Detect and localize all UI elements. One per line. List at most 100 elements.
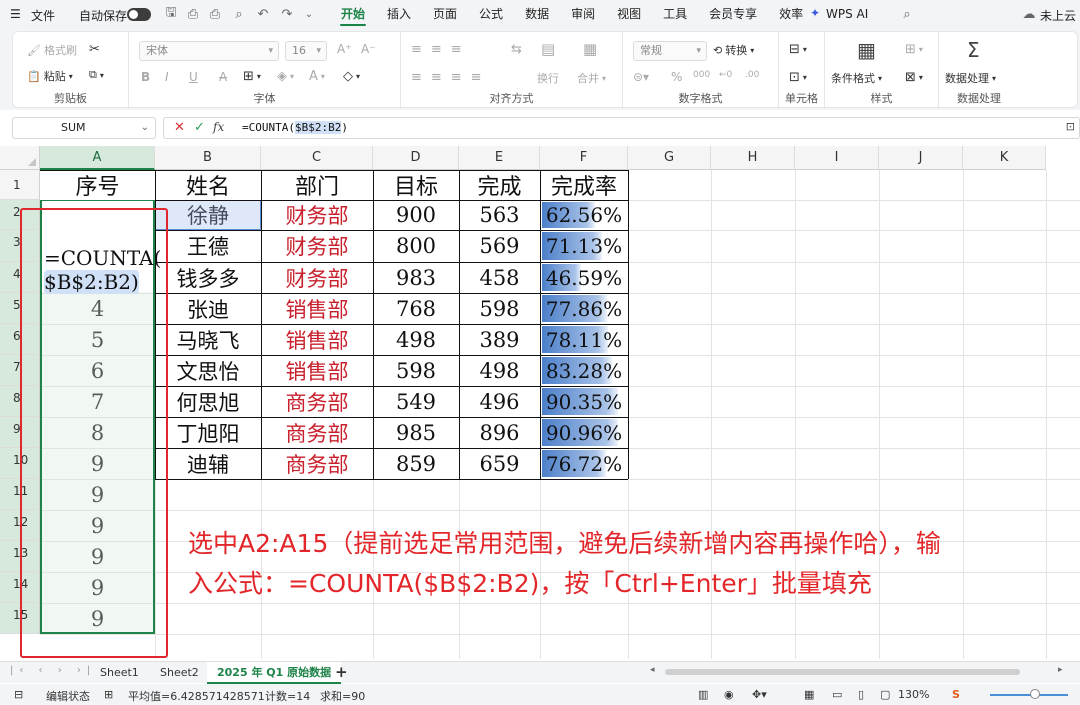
- insert-function-icon[interactable]: fx: [213, 120, 224, 134]
- tab-6[interactable]: 视图: [606, 0, 652, 28]
- rate-cell[interactable]: 46.59%: [540, 262, 628, 293]
- done-cell[interactable]: 659: [459, 448, 540, 479]
- row-col-icon[interactable]: ⊟ ▾: [789, 42, 807, 57]
- table-style-icon[interactable]: ⊞ ▾: [905, 42, 923, 57]
- done-cell[interactable]: 563: [459, 200, 540, 230]
- fill-icon[interactable]: ⊡ ▾: [789, 70, 807, 85]
- tab-7[interactable]: 工具: [652, 0, 698, 28]
- dept-cell[interactable]: 销售部: [261, 324, 373, 355]
- name-box[interactable]: SUM ⌄: [12, 117, 156, 139]
- rate-cell[interactable]: 83.28%: [540, 355, 628, 386]
- dept-cell[interactable]: 商务部: [261, 386, 373, 417]
- done-cell[interactable]: 389: [459, 324, 540, 355]
- expand-formula-icon[interactable]: ⊡: [1066, 120, 1075, 133]
- strikethrough-icon[interactable]: A: [219, 70, 227, 84]
- target-cell[interactable]: 598: [373, 355, 459, 386]
- confirm-icon[interactable]: ✓: [194, 120, 205, 135]
- autosave-toggle[interactable]: [127, 8, 151, 21]
- column-header-g[interactable]: G: [628, 146, 711, 170]
- column-header-h[interactable]: H: [711, 146, 795, 170]
- merge-icon[interactable]: ▦: [583, 40, 597, 58]
- tab-9[interactable]: 效率: [768, 0, 814, 28]
- currency-icon[interactable]: ⊜▾: [633, 70, 649, 84]
- horizontal-align-icons[interactable]: ≡≡≡≡: [411, 70, 491, 85]
- tab-3[interactable]: 公式: [468, 0, 514, 28]
- page-layout-icon[interactable]: ▭: [832, 688, 842, 701]
- number-format-select[interactable]: 常规 ▾: [633, 41, 707, 61]
- column-header-a[interactable]: A: [40, 146, 155, 170]
- dept-cell[interactable]: 商务部: [261, 448, 373, 479]
- select-all-corner[interactable]: [0, 146, 40, 170]
- format-painter-button[interactable]: 🖌 格式刷: [27, 42, 77, 58]
- conditional-format-button[interactable]: 条件格式 ▾: [831, 70, 882, 86]
- percent-icon[interactable]: %: [671, 70, 682, 84]
- grid-lines-icon[interactable]: ▥: [698, 688, 708, 701]
- horizontal-scrollbar[interactable]: [665, 669, 1020, 675]
- decrease-font-icon[interactable]: A⁻: [361, 42, 376, 56]
- dept-cell[interactable]: 财务部: [261, 230, 373, 262]
- cloud-status[interactable]: 未上云: [1040, 7, 1076, 24]
- rate-cell[interactable]: 76.72%: [540, 448, 628, 479]
- column-header-c[interactable]: C: [261, 146, 373, 170]
- target-cell[interactable]: 900: [373, 200, 459, 230]
- eye-protection-icon[interactable]: ◉: [724, 688, 734, 701]
- tab-5[interactable]: 审阅: [560, 0, 606, 28]
- tab-0[interactable]: 开始: [330, 0, 376, 28]
- column-header-j[interactable]: J: [879, 146, 963, 170]
- header-cell-5[interactable]: 完成率: [540, 170, 628, 200]
- target-cell[interactable]: 983: [373, 262, 459, 293]
- cut-icon[interactable]: ✂: [89, 42, 100, 57]
- name-cell[interactable]: 何思旭: [155, 386, 261, 417]
- sheet-tab-sheet2[interactable]: Sheet2: [150, 662, 209, 684]
- thousands-icon[interactable]: 000: [693, 70, 710, 80]
- copy-button[interactable]: ⧉ ▾: [89, 68, 104, 82]
- rate-cell[interactable]: 62.56%: [540, 200, 628, 230]
- add-sheet-icon[interactable]: +: [335, 663, 348, 681]
- column-header-d[interactable]: D: [373, 146, 459, 170]
- name-cell[interactable]: 马晓飞: [155, 324, 261, 355]
- dept-cell[interactable]: 销售部: [261, 293, 373, 324]
- done-cell[interactable]: 496: [459, 386, 540, 417]
- vertical-align-icons[interactable]: ≡≡≡: [411, 42, 471, 57]
- normal-view-icon[interactable]: ▦: [804, 688, 814, 701]
- fill-color-icon[interactable]: ◈ ▾: [277, 69, 294, 84]
- done-cell[interactable]: 896: [459, 417, 540, 448]
- sheet-nav-arrows[interactable]: |‹ ‹ › ›|: [10, 665, 96, 676]
- search-icon[interactable]: ⌕: [898, 5, 916, 23]
- print-icon[interactable]: ⎙: [206, 5, 224, 23]
- cancel-icon[interactable]: ✕: [174, 120, 185, 135]
- font-name-select[interactable]: 宋体 ▾: [139, 41, 279, 61]
- dept-cell[interactable]: 财务部: [261, 200, 373, 230]
- decrease-decimal-icon[interactable]: .00: [745, 70, 759, 80]
- italic-icon[interactable]: I: [165, 70, 169, 84]
- file-menu[interactable]: 文件: [31, 7, 55, 24]
- sheet-tab-active[interactable]: 2025 年 Q1 原始数据: [207, 662, 342, 684]
- wrap-text-icon[interactable]: ⇆: [511, 42, 522, 57]
- header-cell-0[interactable]: 序号: [40, 170, 155, 200]
- done-cell[interactable]: 569: [459, 230, 540, 262]
- sum-icon[interactable]: Σ: [967, 38, 980, 62]
- merge-button[interactable]: 合并 ▾: [577, 70, 606, 86]
- tab-8[interactable]: 会员专享: [698, 0, 768, 28]
- clear-icon[interactable]: ◇ ▾: [343, 69, 360, 84]
- name-cell[interactable]: 钱多多: [155, 262, 261, 293]
- font-color-icon[interactable]: A ▾: [309, 69, 325, 84]
- rate-cell[interactable]: 90.35%: [540, 386, 628, 417]
- target-cell[interactable]: 498: [373, 324, 459, 355]
- column-header-k[interactable]: K: [963, 146, 1046, 170]
- target-cell[interactable]: 549: [373, 386, 459, 417]
- header-cell-3[interactable]: 目标: [373, 170, 459, 200]
- tab-2[interactable]: 页面: [422, 0, 468, 28]
- name-cell[interactable]: 张迪: [155, 293, 261, 324]
- rate-cell[interactable]: 77.86%: [540, 293, 628, 324]
- wps-ai-button[interactable]: WPS AI: [826, 7, 868, 21]
- header-cell-2[interactable]: 部门: [261, 170, 373, 200]
- rate-cell[interactable]: 78.11%: [540, 324, 628, 355]
- tab-1[interactable]: 插入: [376, 0, 422, 28]
- target-cell[interactable]: 800: [373, 230, 459, 262]
- name-cell[interactable]: 丁旭阳: [155, 417, 261, 448]
- paste-button[interactable]: 📋 粘贴 ▾: [27, 68, 73, 84]
- header-cell-4[interactable]: 完成: [459, 170, 540, 200]
- name-cell[interactable]: 文思怡: [155, 355, 261, 386]
- locate-icon[interactable]: ✥▾: [752, 688, 767, 701]
